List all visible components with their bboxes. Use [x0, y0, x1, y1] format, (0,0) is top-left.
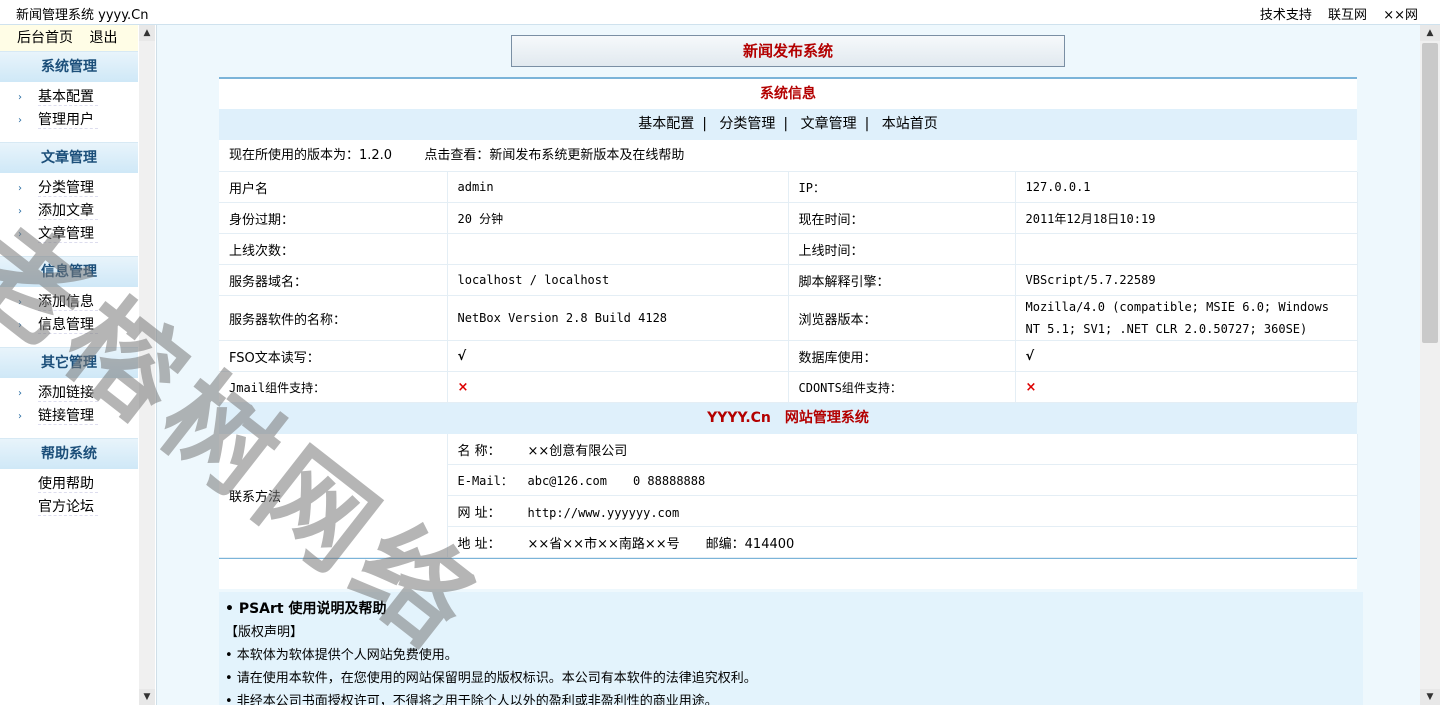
top-links: 技术支持 联互网 ××网 — [1248, 4, 1418, 23]
help-section: • PSArt 使用说明及帮助 【版权声明】 • 本软体为软体提供个人网站免费使… — [219, 592, 1363, 705]
scroll-down-icon[interactable]: ▼ — [139, 689, 155, 705]
help-line: • 非经本公司书面授权许可，不得将之用于除个人以外的盈利或非盈利性的商业用途。 — [225, 694, 718, 705]
link-lianhu[interactable]: 联互网 — [1328, 8, 1367, 23]
group-title-article: 文章管理 — [0, 142, 138, 173]
sidebar-item-add-link[interactable]: › 添加链接 — [0, 382, 138, 405]
home-bar: 后台首页 退出 — [0, 25, 138, 51]
system-title-box: 新闻发布系统 — [511, 35, 1065, 67]
cross-icon: × — [447, 371, 789, 403]
contact-name-row: 名 称： ××创意有限公司 — [447, 434, 1358, 465]
link-xx-net[interactable]: ××网 — [1383, 8, 1418, 23]
chevron-right-icon: › — [18, 115, 22, 126]
scroll-up-icon[interactable]: ▲ — [139, 25, 155, 41]
left-scrollbar[interactable]: ▲ ▼ — [139, 25, 155, 705]
chevron-right-icon: › — [18, 183, 22, 194]
sidebar-item-forum[interactable]: 官方论坛 — [0, 496, 138, 519]
brand-row: YYYY.Cn 网站管理系统 — [219, 403, 1357, 434]
cross-icon: × — [1015, 371, 1358, 403]
version-row: 现在所使用的版本为：1.2.0 点击查看：新闻发布系统更新版本及在线帮助 — [219, 140, 1357, 172]
website-link[interactable]: http://www.yyyyyy.com — [528, 506, 680, 520]
chevron-right-icon: › — [18, 229, 22, 240]
help-title: • PSArt 使用说明及帮助 — [225, 601, 387, 617]
check-icon: √ — [447, 340, 789, 372]
table-row: 用户名 admin IP： 127.0.0.1 — [219, 172, 1358, 203]
nav-site-home[interactable]: 本站首页 — [882, 116, 938, 132]
brand-system: 网站管理系统 — [784, 410, 869, 426]
contact-label: 联系方法 — [219, 434, 448, 558]
main-frame: 新闻发布系统 系统信息 基本配置 | 分类管理 | 文章管理 | 本站首页 现在所使用… — [157, 25, 1420, 705]
help-line: 【版权声明】 — [225, 625, 304, 640]
group-title-info: 信息管理 — [0, 256, 138, 287]
table-row: 服务器软件的名称： NetBox Version 2.8 Build 4128 … — [219, 295, 1358, 341]
sidebar-item-category[interactable]: › 分类管理 — [0, 177, 138, 200]
table-row: Jmail组件支持： × CDONTS组件支持： × — [219, 371, 1358, 403]
sidebar-menu: 后台首页 退出 系统管理 › 基本配置 › 管理用户 文章管理 › 分类管理 › 添加文… — [0, 25, 138, 705]
left-frame: 后台首页 退出 系统管理 › 基本配置 › 管理用户 文章管理 › 分类管理 › 添加文… — [0, 25, 157, 705]
sidebar-item-add-info[interactable]: › 添加信息 — [0, 291, 138, 314]
top-bar: 新闻管理系统 yyyy.Cn 技术支持 联互网 ××网 — [0, 0, 1440, 25]
chevron-right-icon: › — [18, 92, 22, 103]
contact-address-row: 地 址： ××省××市××南路××号 邮编：414400 — [447, 526, 1358, 558]
scroll-down-icon[interactable]: ▼ — [1420, 689, 1440, 705]
contact-web-row: 网 址： http://www.yyyyyy.com — [447, 495, 1358, 527]
scroll-thumb[interactable] — [1422, 43, 1438, 343]
scroll-up-icon[interactable]: ▲ — [1420, 25, 1440, 41]
chevron-right-icon: › — [18, 206, 22, 217]
home-link[interactable]: 后台首页 — [17, 30, 73, 46]
table-row: 身份过期： 20 分钟 现在时间： 2011年12月18日10:19 — [219, 202, 1358, 234]
sidebar-item-info-manage[interactable]: › 信息管理 — [0, 314, 138, 337]
sidebar-item-add-article[interactable]: › 添加文章 — [0, 200, 138, 223]
info-table: 用户名 admin IP： 127.0.0.1 身份过期： 20 分钟 现在时间… — [219, 172, 1358, 403]
version-help-link[interactable]: 点击查看：新闻发布系统更新版本及在线帮助 — [424, 148, 684, 163]
chevron-right-icon: › — [18, 297, 22, 308]
group-title-system: 系统管理 — [0, 51, 138, 82]
version-text: 现在所使用的版本为：1.2.0 — [229, 148, 393, 163]
nav-basic-config[interactable]: 基本配置 — [638, 116, 694, 132]
brand-name: YYYY.Cn — [707, 410, 771, 426]
sidebar-item-admin-users[interactable]: › 管理用户 — [0, 109, 138, 132]
sidebar-item-usage-help[interactable]: 使用帮助 — [0, 473, 138, 496]
group-title-help: 帮助系统 — [0, 438, 138, 469]
chevron-right-icon: › — [18, 388, 22, 399]
nav-category[interactable]: 分类管理 — [719, 116, 775, 132]
sidebar-item-article-manage[interactable]: › 文章管理 — [0, 223, 138, 246]
check-icon: √ — [1015, 340, 1358, 372]
system-info-panel: 系统信息 基本配置 | 分类管理 | 文章管理 | 本站首页 现在所使用的版本为：1.… — [219, 77, 1358, 589]
nav-article[interactable]: 文章管理 — [801, 116, 857, 132]
quick-nav: 基本配置 | 分类管理 | 文章管理 | 本站首页 — [219, 109, 1357, 140]
table-row: FSO文本读写： √ 数据库使用： √ — [219, 340, 1358, 372]
chevron-right-icon: › — [18, 320, 22, 331]
sidebar-item-basic-config[interactable]: › 基本配置 — [0, 86, 138, 109]
contact-table: 联系方法 名 称： ××创意有限公司 E-Mail： abc@126.com 0 88… — [219, 434, 1358, 558]
link-tech-support[interactable]: 技术支持 — [1260, 8, 1312, 23]
help-line: • 请在使用本软件，在您使用的网站保留明显的版权标识。本公司有本软件的法律追究权… — [225, 671, 757, 686]
contact-email-row: E-Mail： abc@126.com 0 88888888 — [447, 464, 1358, 496]
help-line: • 本软体为软体提供个人网站免费使用。 — [225, 648, 458, 663]
right-scrollbar[interactable]: ▲ ▼ — [1420, 25, 1440, 705]
chevron-right-icon: › — [18, 411, 22, 422]
panel-title: 系统信息 — [760, 86, 816, 102]
table-row: 服务器域名： localhost / localhost 脚本解释引擎： VBS… — [219, 264, 1358, 296]
sidebar-item-link-manage[interactable]: › 链接管理 — [0, 405, 138, 428]
logout-link[interactable]: 退出 — [89, 30, 117, 46]
site-title: 新闻管理系统 yyyy.Cn — [16, 8, 149, 23]
table-row: 上线次数： 上线时间： — [219, 233, 1358, 265]
group-title-other: 其它管理 — [0, 347, 138, 378]
